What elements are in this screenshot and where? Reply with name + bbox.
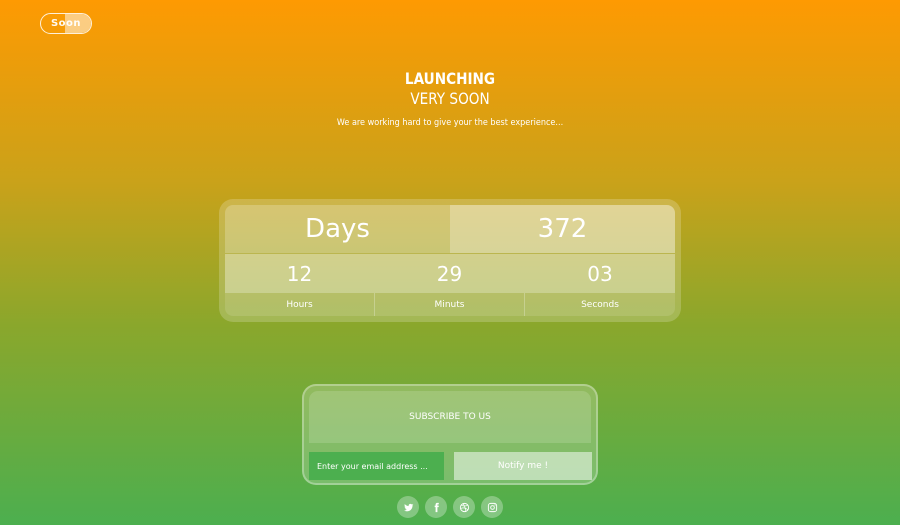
seconds-cell: 03 Seconds — [525, 254, 675, 316]
seconds-label: Seconds — [525, 293, 675, 316]
social-links — [0, 496, 900, 518]
countdown-inner: Days 372 12 Hours 29 Minuts 03 Seconds — [225, 205, 675, 316]
twitter-icon[interactable] — [397, 496, 419, 518]
hero-tagline: We are working hard to give your the bes… — [336, 118, 564, 128]
seconds-value: 03 — [525, 254, 675, 293]
minutes-label: Minuts — [375, 293, 524, 316]
subscribe-panel: SUBSCRIBE TO US Notify me ! — [302, 384, 598, 485]
hero-title-line1: LAUNCHING — [404, 69, 496, 88]
logo[interactable]: Soon — [40, 13, 92, 34]
hero-title-line2: VERY SOON — [410, 89, 490, 108]
notify-button[interactable]: Notify me ! — [454, 452, 592, 480]
facebook-icon[interactable] — [425, 496, 447, 518]
minutes-cell: 29 Minuts — [375, 254, 524, 316]
instagram-icon[interactable] — [481, 496, 503, 518]
countdown-panel: Days 372 12 Hours 29 Minuts 03 Seconds — [219, 199, 681, 322]
dribbble-icon[interactable] — [453, 496, 475, 518]
logo-text: Soon — [50, 18, 82, 29]
hours-label: Hours — [225, 293, 374, 316]
hours-value: 12 — [225, 254, 374, 293]
email-input[interactable] — [309, 452, 444, 480]
hours-cell: 12 Hours — [225, 254, 374, 316]
subscribe-heading: SUBSCRIBE TO US — [309, 391, 591, 443]
minutes-value: 29 — [375, 254, 524, 293]
days-label: Days — [225, 205, 450, 253]
days-value: 372 — [450, 205, 675, 253]
